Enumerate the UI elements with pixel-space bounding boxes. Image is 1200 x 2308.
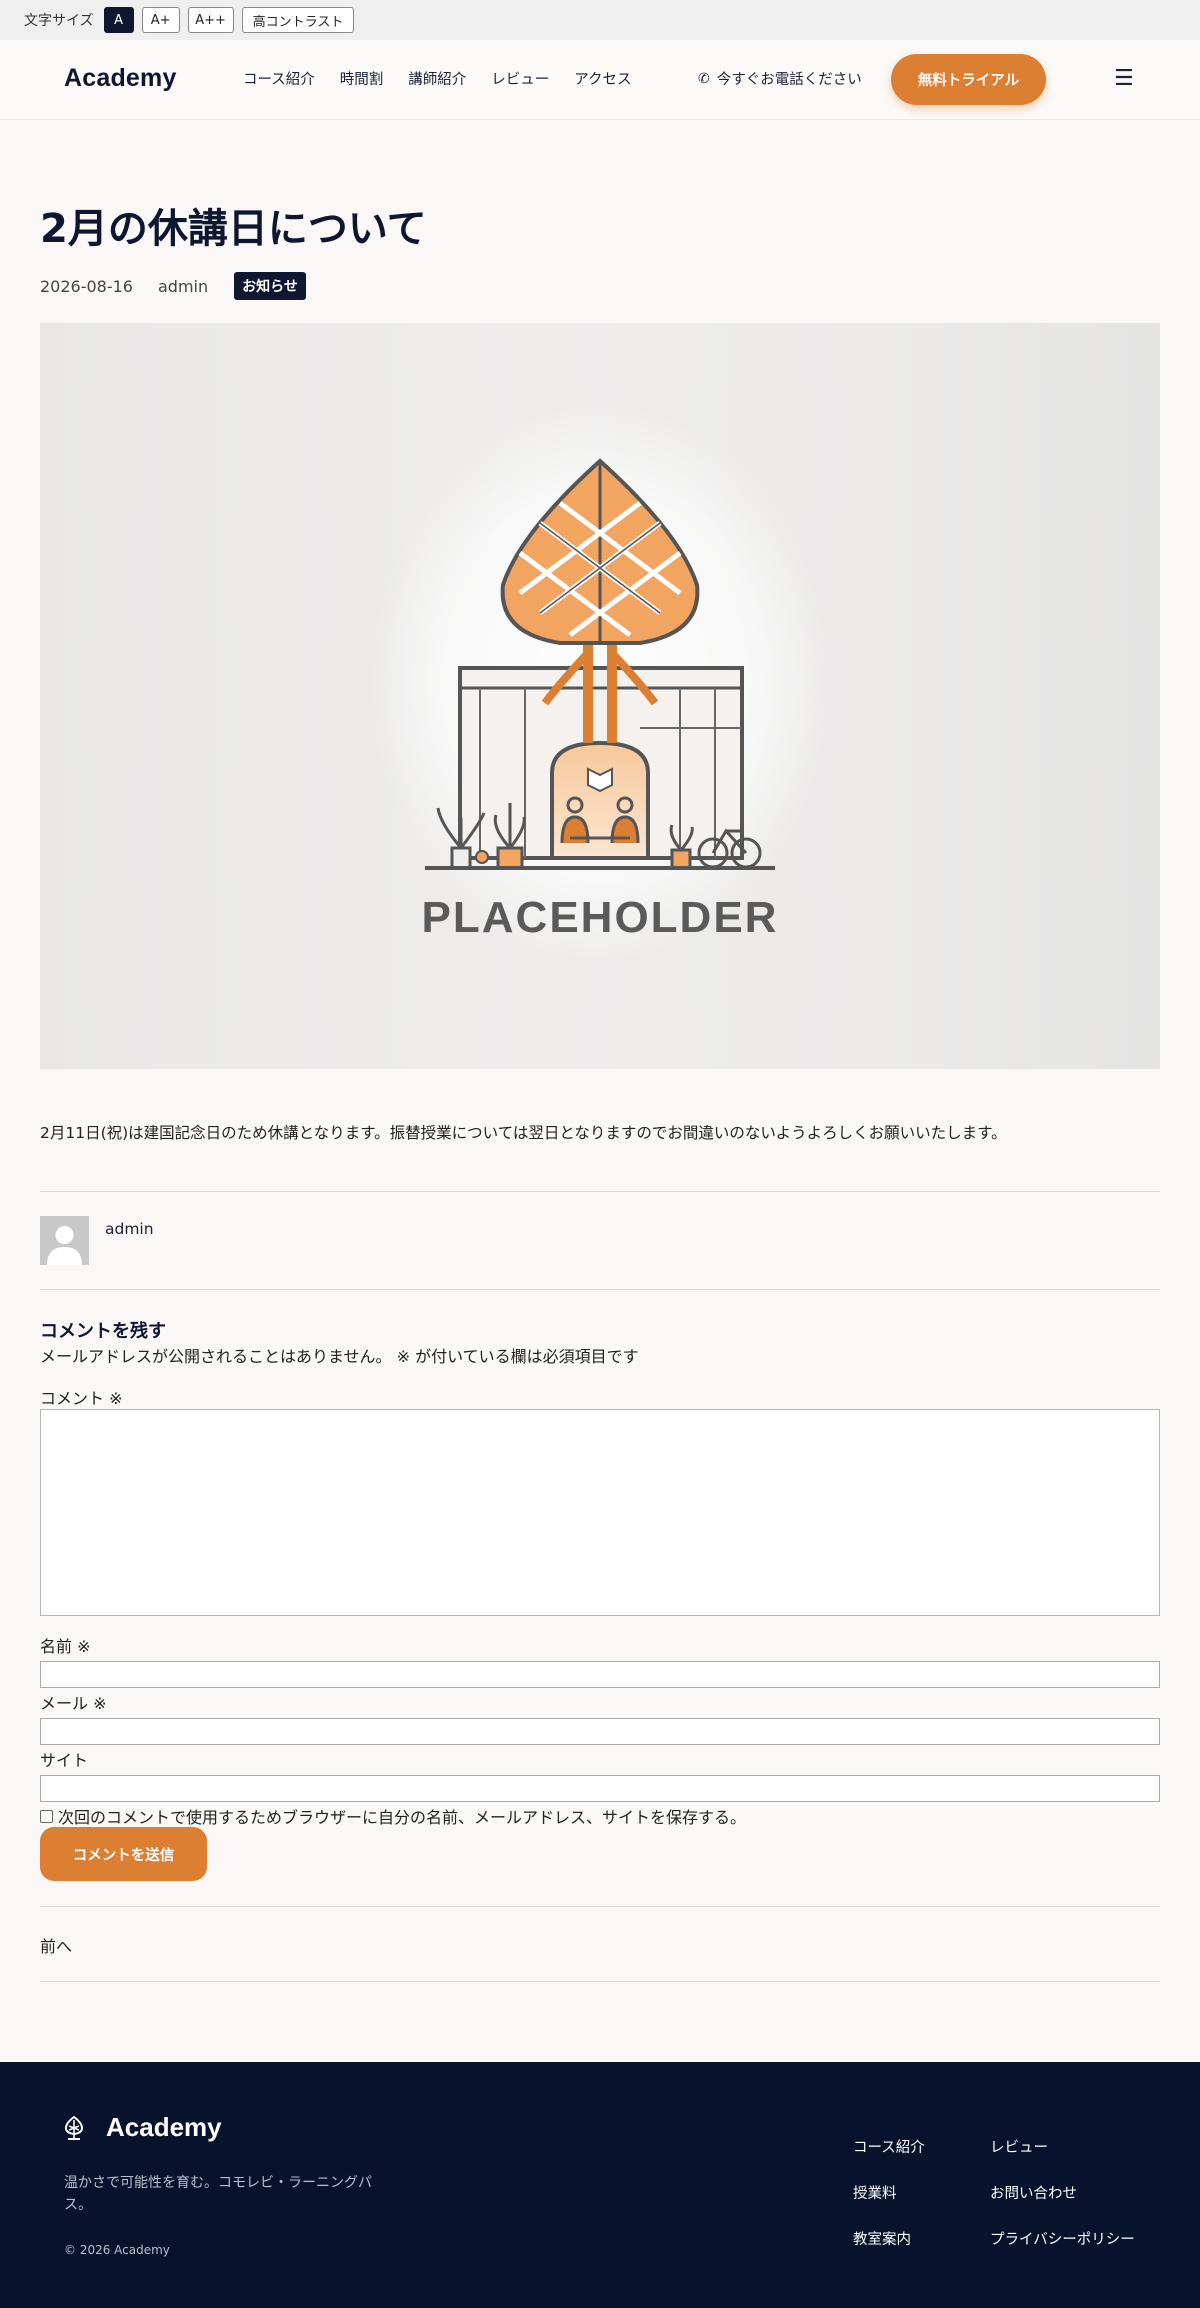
tree-logo-icon <box>64 2115 84 2140</box>
font-size-large-button[interactable]: A+ <box>141 7 180 33</box>
comment-form-title: コメントを残す <box>40 1321 166 1342</box>
save-info-checkbox[interactable] <box>40 1809 53 1823</box>
default-avatar-icon <box>47 1226 82 1265</box>
divider <box>40 1981 1160 1982</box>
placeholder-illustration: PLACEHOLDER <box>370 403 830 963</box>
divider <box>40 1191 1160 1192</box>
site-footer: Academy 温かさで可能性を育む。コモレビ・ラーニングパス。 © 2026 … <box>0 2062 1200 2308</box>
post-date: 2026-08-16 <box>40 276 133 296</box>
category-badge[interactable]: お知らせ <box>234 272 306 300</box>
post-meta: 2026-08-16 admin お知らせ <box>40 272 306 300</box>
phone-link[interactable]: ✆ 今すぐお電話ください <box>698 68 862 89</box>
placeholder-text: PLACEHOLDER <box>422 893 779 942</box>
footer-link-courses[interactable]: コース紹介 <box>853 2136 925 2157</box>
main-nav: コース紹介 時間割 講師紹介 レビュー アクセス <box>243 68 632 89</box>
consent-label: 次回のコメントで使用するためブラウザーに自分の名前、メールアドレス、サイトを保存… <box>58 1808 747 1827</box>
name-label: 名前 ※ <box>40 1637 91 1656</box>
email-input[interactable] <box>40 1718 1160 1745</box>
previous-post-link[interactable]: 前へ <box>40 1933 72 1957</box>
accessibility-bar: 文字サイズ A A+ A++ 高コントラスト <box>0 0 1200 40</box>
save-info-consent: 次回のコメントで使用するためブラウザーに自分の名前、メールアドレス、サイトを保存… <box>40 1804 746 1828</box>
site-label: サイト <box>40 1751 89 1770</box>
site-logo[interactable]: Academy <box>64 64 177 93</box>
font-size-xlarge-button[interactable]: A++ <box>187 7 234 33</box>
phone-icon: ✆ <box>698 70 710 87</box>
footer-link-tuition[interactable]: 授業料 <box>853 2182 897 2203</box>
comment-notes: メールアドレスが公開されることはありません。 ※ が付いている欄は必須項目です <box>40 1347 639 1366</box>
featured-image: PLACEHOLDER <box>40 323 1160 1069</box>
site-input[interactable] <box>40 1775 1160 1802</box>
post-body: 2月11日(祝)は建国記念日のため休講となります。振替授業については翌日となりま… <box>40 1124 1007 1142</box>
comment-label: コメント ※ <box>40 1389 123 1408</box>
author-box: admin <box>40 1216 154 1265</box>
avatar <box>40 1216 89 1265</box>
name-input[interactable] <box>40 1661 1160 1688</box>
high-contrast-button[interactable]: 高コントラスト <box>241 7 355 33</box>
phone-label: 今すぐお電話ください <box>716 72 862 88</box>
divider <box>40 1289 1160 1290</box>
submit-comment-button[interactable]: コメントを送信 <box>40 1827 207 1881</box>
site-header: Academy コース紹介 時間割 講師紹介 レビュー アクセス ✆ 今すぐお電… <box>0 40 1200 120</box>
footer-link-reviews[interactable]: レビュー <box>990 2136 1048 2157</box>
post-author[interactable]: admin <box>158 277 208 296</box>
comment-textarea[interactable] <box>40 1409 1160 1616</box>
font-size-label: 文字サイズ <box>24 13 94 29</box>
footer-link-privacy[interactable]: プライバシーポリシー <box>990 2228 1135 2249</box>
nav-item-access[interactable]: アクセス <box>574 68 631 89</box>
hamburger-menu-icon[interactable]: ☰ <box>1114 66 1134 91</box>
nav-item-instructors[interactable]: 講師紹介 <box>408 68 466 89</box>
font-size-normal-button[interactable]: A <box>103 7 134 33</box>
free-trial-button[interactable]: 無料トライアル <box>891 54 1046 105</box>
footer-link-classrooms[interactable]: 教室案内 <box>853 2228 911 2249</box>
copyright: © 2026 Academy <box>64 2243 170 2257</box>
nav-item-courses[interactable]: コース紹介 <box>243 68 315 89</box>
author-name[interactable]: admin <box>105 1220 154 1265</box>
footer-tagline: 温かさで可能性を育む。コモレビ・ラーニングパス。 <box>64 2175 372 2213</box>
email-label: メール ※ <box>40 1694 107 1713</box>
nav-item-reviews[interactable]: レビュー <box>491 68 549 89</box>
footer-logo-text: Academy <box>106 2112 222 2142</box>
footer-logo[interactable]: Academy <box>64 2112 222 2143</box>
divider <box>40 1906 1160 1907</box>
footer-link-contact[interactable]: お問い合わせ <box>990 2182 1077 2203</box>
nav-item-timetable[interactable]: 時間割 <box>340 68 384 89</box>
post-title: 2月の休講日について <box>40 206 427 252</box>
